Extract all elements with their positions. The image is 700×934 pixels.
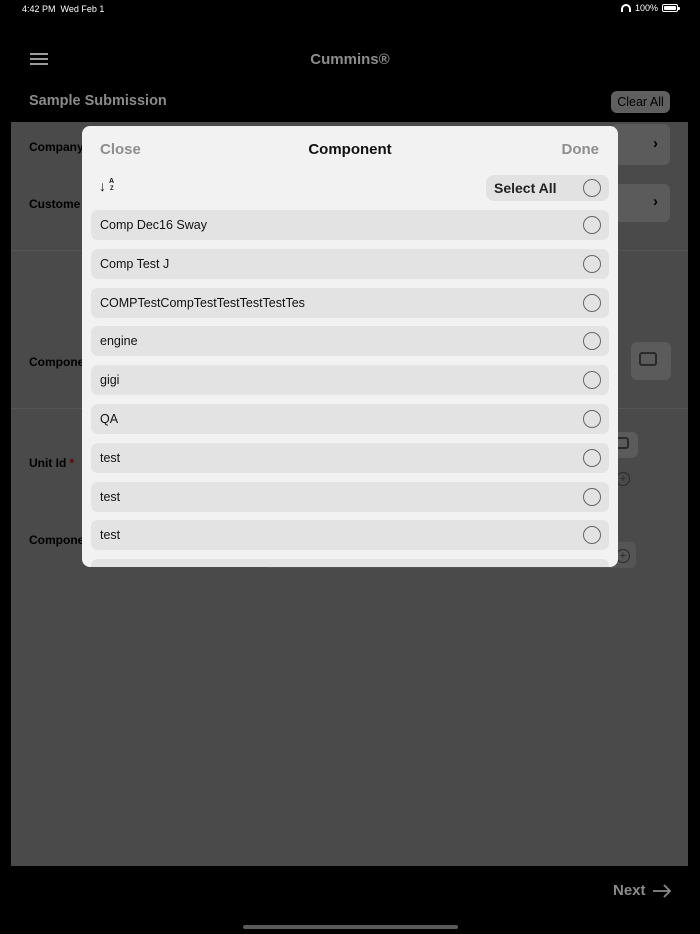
select-all-radio[interactable]: [583, 179, 601, 197]
list-item[interactable]: gigi: [91, 365, 609, 396]
list-item-label: test: [100, 528, 121, 543]
barcode-scan-icon[interactable]: [639, 352, 657, 366]
component-label: Compone: [29, 355, 85, 369]
list-item-label: engine: [100, 334, 138, 349]
list-item-label: Comp Test J: [100, 256, 170, 271]
arrow-right-icon: [652, 883, 671, 898]
company-label: Company: [29, 140, 84, 154]
list-item[interactable]: QA: [91, 403, 609, 434]
required-marker: *: [69, 456, 75, 470]
chevron-right-icon: ›: [653, 193, 658, 210]
status-time: 4:42 PM Wed Feb 1: [22, 4, 105, 14]
nav-title: Cummins®: [310, 51, 390, 68]
list-item-label: COMPTestCompTestTestTestTestTes: [100, 295, 305, 310]
list-item-label: QA: [100, 411, 119, 426]
sort-alphabetical-icon[interactable]: ↓ A Z: [99, 178, 119, 196]
component-list: Comp Dec16 Sway Comp Test J COMPTestComp…: [91, 210, 609, 567]
radio-button[interactable]: [583, 216, 601, 234]
modal-title: Component: [308, 141, 392, 158]
list-item-label: Comp Dec16 Sway: [100, 218, 207, 232]
status-indicators: 100%: [620, 3, 680, 13]
list-item-partial[interactable]: [91, 559, 609, 567]
list-item[interactable]: COMPTestCompTestTestTestTestTes: [91, 287, 609, 318]
page-title: Sample Submission: [29, 93, 167, 109]
plus-circle-icon[interactable]: +: [616, 549, 630, 563]
list-item-label: test: [100, 489, 121, 504]
radio-button[interactable]: [583, 487, 601, 506]
wifi-icon: [620, 4, 631, 12]
list-item[interactable]: test: [91, 520, 609, 551]
battery-icon: [662, 4, 680, 12]
customer-field[interactable]: ›: [611, 184, 670, 222]
select-all-toggle[interactable]: Select All: [486, 175, 609, 201]
list-item[interactable]: Comp Dec16 Sway: [91, 210, 609, 240]
radio-button[interactable]: [583, 293, 601, 312]
list-item[interactable]: test: [91, 442, 609, 473]
next-label: Next: [613, 882, 646, 899]
list-item[interactable]: engine: [91, 326, 609, 357]
radio-button[interactable]: [583, 254, 601, 273]
component2-label: Compone: [29, 533, 85, 547]
customer-label: Custome: [29, 197, 81, 211]
radio-button[interactable]: [583, 409, 601, 428]
radio-button[interactable]: [583, 332, 601, 351]
clear-all-button[interactable]: Clear All: [611, 91, 670, 113]
list-item[interactable]: Comp Test J: [91, 248, 609, 279]
plus-circle-icon[interactable]: +: [616, 472, 630, 486]
next-button[interactable]: Next: [613, 882, 672, 899]
component-picker-modal: Close Component Done ↓ A Z Select All Comp…: [82, 126, 618, 567]
done-button[interactable]: Done: [562, 141, 600, 158]
chevron-right-icon: ›: [653, 135, 658, 152]
battery-percent: 100%: [634, 3, 658, 13]
select-all-label: Select All: [494, 180, 557, 196]
list-item-label: test: [100, 450, 121, 465]
radio-button[interactable]: [583, 371, 601, 390]
radio-button[interactable]: [583, 448, 601, 467]
company-field[interactable]: ›: [611, 124, 670, 165]
component-scan-field[interactable]: [631, 342, 671, 380]
list-item-label: gigi: [100, 373, 120, 388]
unit-id-label: Unit Id *: [29, 456, 75, 470]
status-bar: 4:42 PM Wed Feb 1 100%: [0, 0, 700, 18]
home-indicator: [243, 925, 458, 929]
list-item[interactable]: test: [91, 481, 609, 512]
radio-button[interactable]: [583, 526, 601, 545]
